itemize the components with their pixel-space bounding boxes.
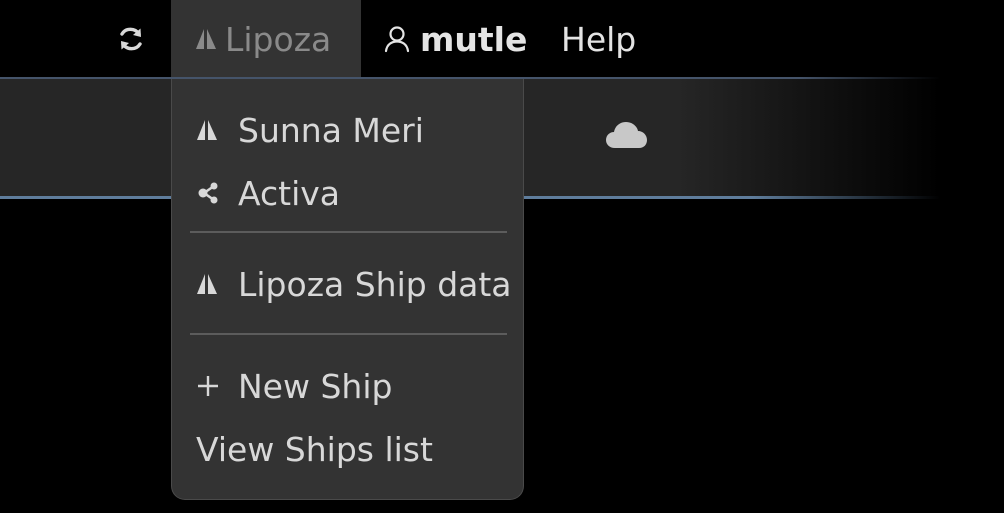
- menu-item-label: View Ships list: [196, 429, 433, 469]
- menu-item-activa[interactable]: Activa: [196, 169, 340, 217]
- ship-triangle-icon: [196, 118, 222, 142]
- menu-item-label: Sunna Meri: [238, 110, 424, 150]
- top-navigation-bar: Lipoza mutle Help: [0, 0, 1004, 78]
- refresh-icon: [120, 27, 142, 51]
- network-icon: [196, 181, 222, 205]
- menu-item-new-ship[interactable]: New Ship: [196, 362, 392, 410]
- menu-item-view-ships-list[interactable]: View Ships list: [196, 425, 433, 473]
- menu-item-ship-data[interactable]: Lipoza Ship data: [196, 260, 512, 308]
- menu-item-label: Activa: [238, 173, 340, 213]
- refresh-button[interactable]: [108, 0, 154, 78]
- ship-triangle-icon: [196, 29, 216, 49]
- menu-divider: [190, 333, 507, 335]
- ship-dropdown-menu: Sunna Meri Activa Lipoza Ship data New S…: [171, 79, 524, 500]
- help-label: Help: [561, 19, 637, 59]
- user-icon: [384, 26, 410, 53]
- menu-item-label: Lipoza Ship data: [238, 264, 512, 304]
- menu-divider: [190, 231, 507, 233]
- user-menu-label: mutle: [420, 19, 528, 59]
- plus-icon: [196, 374, 222, 398]
- cloud-icon[interactable]: [605, 118, 649, 152]
- menu-item-sunna-meri[interactable]: Sunna Meri: [196, 106, 424, 154]
- ship-triangle-icon: [196, 272, 222, 296]
- menu-item-label: New Ship: [238, 366, 393, 406]
- user-menu-button[interactable]: mutle: [384, 0, 527, 78]
- help-link[interactable]: Help: [561, 0, 636, 78]
- app-root: Lipoza mutle Help Sunna Meri Activa Lipo…: [0, 0, 1004, 513]
- ship-menu-label: Lipoza: [225, 19, 332, 59]
- ship-menu-button[interactable]: Lipoza: [171, 0, 361, 78]
